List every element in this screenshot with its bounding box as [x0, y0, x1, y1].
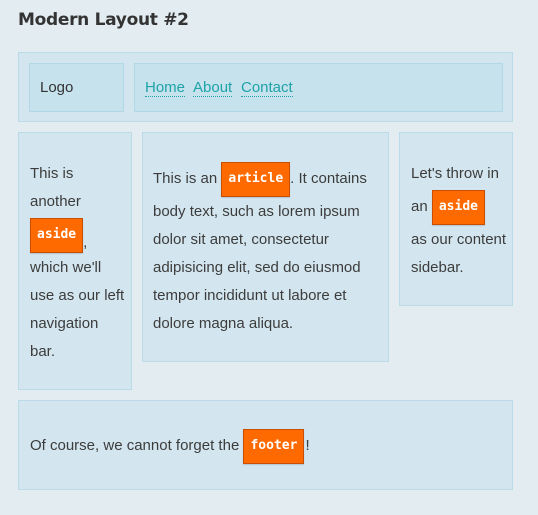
page-title: Modern Layout #2 [18, 10, 189, 30]
footer-tag-line: Of course, we cannot forget the footer! [30, 427, 510, 465]
article-line: tempor incididunt ut labore et [153, 287, 347, 304]
nav-link-home[interactable]: Home [145, 79, 186, 97]
article-suffix: . It contains [290, 170, 367, 187]
left-aside-line: bar. [30, 343, 56, 360]
left-aside-line: which we'll [30, 259, 102, 276]
footer-prefix: Of course, we cannot forget the [30, 437, 240, 454]
right-aside-line: as our content [411, 231, 507, 248]
left-aside-line: use as our left [30, 287, 125, 304]
right-aside-line: Let's throw in [411, 165, 499, 182]
footer: Of course, we cannot forget the footer! [18, 400, 513, 490]
footer-text: Of course, we cannot forget the footer! [30, 427, 510, 465]
right-aside-text: Let's throw in an aside as our content s… [411, 160, 513, 282]
right-aside-prefix: an [411, 198, 428, 215]
article-tag: article [221, 161, 291, 197]
left-aside-text: This is another aside, which we'll use a… [30, 160, 130, 366]
nav-bar: Home About Contact [134, 63, 503, 112]
article-prefix: This is an [153, 170, 218, 187]
left-aside: This is another aside, which we'll use a… [18, 132, 132, 390]
article: This is an article. It contains body tex… [142, 132, 389, 362]
left-aside-line: another [30, 193, 81, 210]
aside-tag: aside [30, 217, 84, 253]
article-line: adipisicing elit, sed do eiusmod [153, 259, 361, 276]
right-aside: Let's throw in an aside as our content s… [399, 132, 513, 306]
article-tag-line: This is an article. It contains [153, 160, 388, 198]
logo: Logo [40, 79, 74, 96]
nav-link-contact[interactable]: Contact [241, 79, 293, 97]
footer-suffix: ! [305, 437, 310, 454]
logo-box: Logo [29, 63, 124, 112]
footer-tag: footer [243, 428, 305, 464]
right-aside-line: sidebar. [411, 259, 464, 276]
left-aside-line: This is [30, 165, 74, 182]
article-line: body text, such as lorem ipsum [153, 203, 360, 220]
left-aside-comma: , [83, 234, 88, 251]
header: Logo Home About Contact [18, 52, 513, 122]
article-text: This is an article. It contains body tex… [153, 160, 388, 338]
right-aside-tag-line: an aside [411, 188, 513, 226]
nav-link-about[interactable]: About [193, 79, 233, 97]
left-aside-line: navigation [30, 315, 99, 332]
article-line: dolore magna aliqua. [153, 315, 294, 332]
aside-tag: aside [431, 189, 485, 225]
left-aside-tag-line: aside, [30, 216, 130, 254]
article-line: dolor sit amet, consectetur [153, 231, 329, 248]
